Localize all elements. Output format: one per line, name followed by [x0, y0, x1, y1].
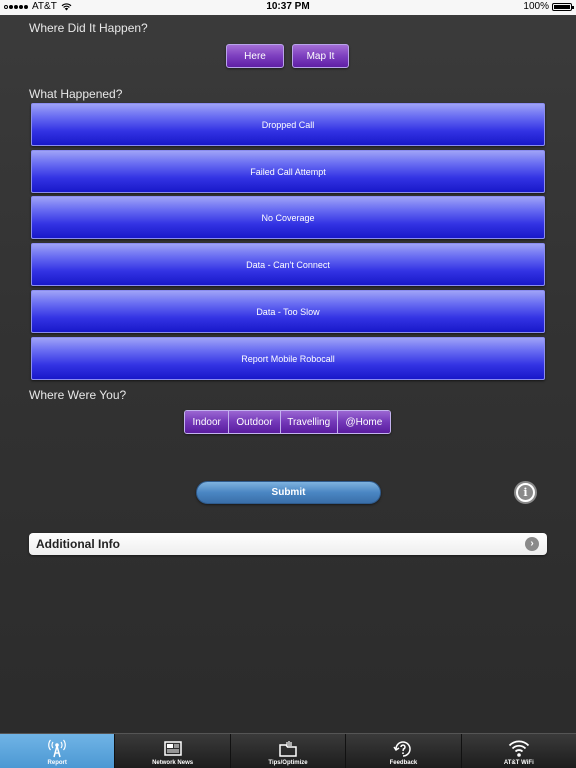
status-time: 10:37 PM — [266, 1, 310, 12]
tab-tips-optimize-label: Tips/Optimize — [268, 760, 308, 766]
status-bar: AT&T 10:37 PM 100% — [0, 0, 576, 15]
where-were-you-label: Where Were You? — [29, 388, 127, 402]
newspaper-icon — [162, 739, 184, 759]
info-button[interactable]: i — [514, 481, 537, 504]
segment-home[interactable]: @Home — [337, 411, 390, 433]
data-too-slow-button[interactable]: Data - Too Slow — [31, 290, 545, 333]
antenna-icon — [46, 739, 68, 759]
tab-feedback-label: Feedback — [389, 760, 418, 766]
tab-feedback[interactable]: Feedback — [346, 734, 462, 768]
failed-call-attempt-button[interactable]: Failed Call Attempt — [31, 150, 545, 193]
status-right: 100% — [523, 1, 574, 12]
feedback-question-icon — [392, 739, 414, 759]
segment-travelling[interactable]: Travelling — [280, 411, 338, 433]
no-coverage-button[interactable]: No Coverage — [31, 196, 545, 239]
additional-info-row[interactable]: Additional Info › — [29, 533, 547, 555]
what-happened-label: What Happened? — [29, 87, 123, 101]
tab-report-label: Report — [47, 760, 67, 766]
tab-att-wifi-label: AT&T WiFi — [503, 760, 534, 766]
battery-percent: 100% — [523, 1, 549, 12]
dropped-call-button[interactable]: Dropped Call — [31, 103, 545, 146]
folder-tools-icon — [277, 739, 299, 759]
here-button[interactable]: Here — [226, 44, 284, 68]
battery-fill — [554, 4, 570, 9]
tab-network-news-label: Network News — [152, 760, 194, 766]
chevron-right-icon: › — [525, 537, 539, 551]
where-did-it-happen-label: Where Did It Happen? — [29, 21, 148, 35]
wifi-icon — [508, 739, 530, 759]
tab-tips-optimize[interactable]: Tips/Optimize — [231, 734, 347, 768]
segment-outdoor[interactable]: Outdoor — [229, 411, 281, 433]
submit-button[interactable]: Submit — [196, 481, 381, 504]
info-icon: i — [518, 485, 533, 500]
tab-bar: Report Network News Tips/Optimize Feedba… — [0, 733, 576, 768]
additional-info-label: Additional Info — [36, 537, 120, 551]
location-type-segmented-control: Indoor Outdoor Travelling @Home — [184, 410, 391, 434]
battery-icon — [552, 2, 574, 11]
report-mobile-robocall-button[interactable]: Report Mobile Robocall — [31, 337, 545, 380]
segment-indoor[interactable]: Indoor — [185, 411, 230, 433]
tab-report[interactable]: Report — [0, 734, 116, 768]
tab-att-wifi[interactable]: AT&T WiFi — [462, 734, 576, 768]
map-it-button[interactable]: Map It — [292, 44, 349, 68]
data-cant-connect-button[interactable]: Data - Can't Connect — [31, 243, 545, 286]
tab-network-news[interactable]: Network News — [115, 734, 231, 768]
